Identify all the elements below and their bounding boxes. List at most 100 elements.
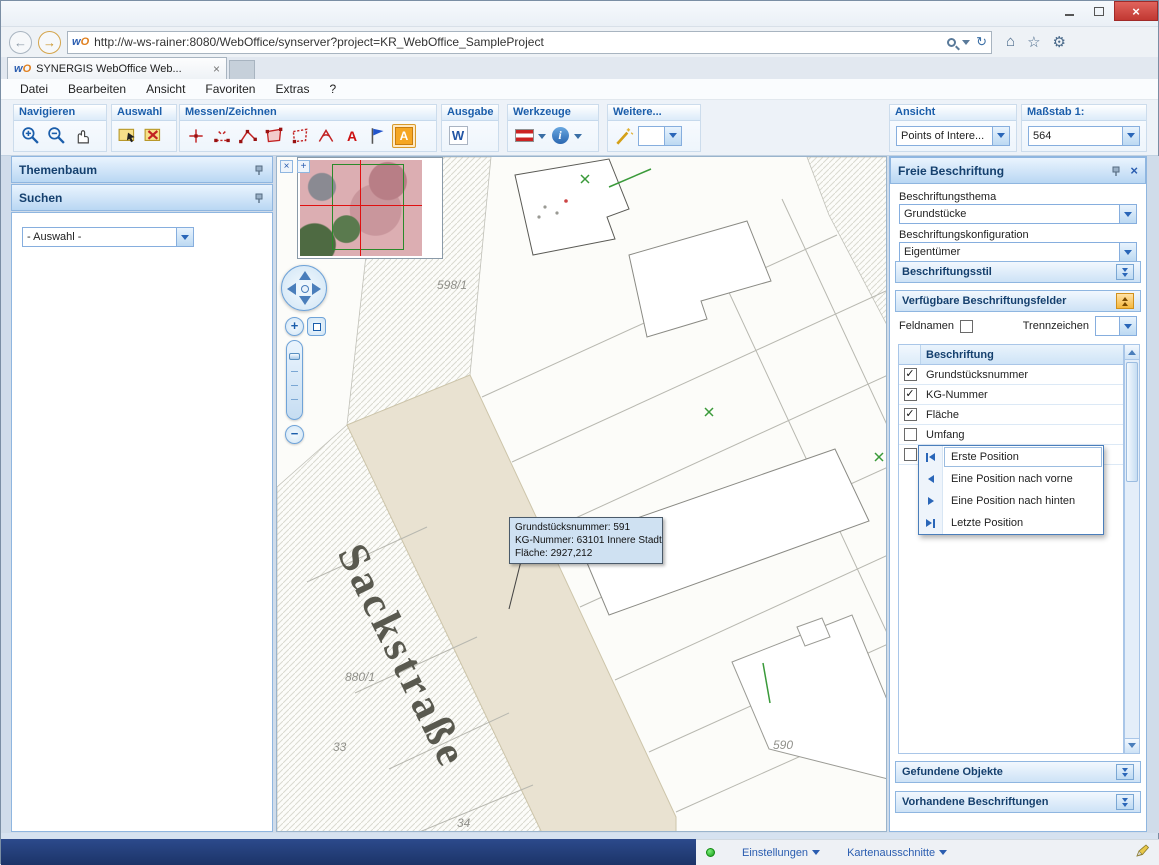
zoom-in-button[interactable] xyxy=(18,124,42,148)
expand-stil-icon[interactable] xyxy=(1116,264,1134,280)
menu-ansicht[interactable]: Ansicht xyxy=(137,80,194,98)
info-tool-dropdown-icon[interactable] xyxy=(574,134,582,143)
scrollbar-thumb[interactable] xyxy=(1126,362,1138,482)
pan-north-icon[interactable] xyxy=(299,271,311,280)
full-extent-button[interactable] xyxy=(307,317,326,336)
collapse-felder-icon[interactable] xyxy=(1116,293,1134,309)
context-menu-item-letzte[interactable]: Letzte Position xyxy=(919,512,1103,534)
minimize-button[interactable] xyxy=(1054,1,1084,21)
free-labeling-header[interactable]: Freie Beschriftung × xyxy=(890,157,1146,184)
themenbaum-panel-header[interactable]: Themenbaum xyxy=(11,156,273,183)
home-icon[interactable]: ⌂ xyxy=(1006,33,1015,51)
trennzeichen-caret-icon[interactable] xyxy=(1119,317,1136,335)
row-checkbox[interactable]: ✓ xyxy=(904,408,917,421)
thema-select-caret-icon[interactable] xyxy=(1119,205,1136,223)
measure-angle-button[interactable] xyxy=(314,124,338,148)
pan-button[interactable] xyxy=(70,124,94,148)
pin-icon[interactable] xyxy=(253,164,265,176)
expand-vorhandene-icon[interactable] xyxy=(1116,794,1134,810)
clear-selection-button[interactable] xyxy=(142,124,166,148)
annotation-text-button[interactable]: A xyxy=(340,124,364,148)
table-row[interactable]: Umfang xyxy=(899,425,1123,445)
close-window-button[interactable]: × xyxy=(1114,1,1158,21)
maximize-button[interactable] xyxy=(1084,1,1114,21)
search-icon[interactable] xyxy=(947,38,956,47)
pin-icon[interactable] xyxy=(1110,165,1122,177)
measure-path-button[interactable] xyxy=(236,124,260,148)
export-word-button[interactable]: W xyxy=(446,124,470,148)
menu-bearbeiten[interactable]: Bearbeiten xyxy=(59,80,135,98)
edit-pencil-icon[interactable] xyxy=(1135,843,1150,863)
address-field[interactable]: wO http://w-ws-rainer:8080/WebOffice/syn… xyxy=(67,31,992,54)
context-menu-item-vorne[interactable]: Eine Position nach vorne xyxy=(919,468,1103,490)
list-scrollbar[interactable] xyxy=(1124,344,1140,754)
pan-west-icon[interactable] xyxy=(287,283,296,295)
panel-close-icon[interactable]: × xyxy=(1130,163,1138,178)
favorites-icon[interactable]: ☆ xyxy=(1027,33,1040,51)
row-checkbox[interactable]: ✓ xyxy=(904,368,917,381)
view-select-caret-icon[interactable] xyxy=(992,127,1009,145)
context-menu-item-erste[interactable]: Erste Position xyxy=(919,446,1103,468)
overview-map[interactable] xyxy=(297,157,443,259)
new-tab-button[interactable] xyxy=(229,60,255,79)
weitere-select[interactable] xyxy=(638,126,682,146)
section-gefundene-objekte[interactable]: Gefundene Objekte xyxy=(895,761,1141,783)
tab-close-icon[interactable]: × xyxy=(213,62,220,76)
measure-area-button[interactable] xyxy=(262,124,286,148)
table-row[interactable]: ✓ Grundstücksnummer xyxy=(899,365,1123,385)
section-vorhandene-beschriftungen[interactable]: Vorhandene Beschriftungen xyxy=(895,791,1141,813)
settings-icon[interactable]: ⚙ xyxy=(1053,33,1066,51)
section-beschriftungsfelder[interactable]: Verfügbare Beschriftungsfelder xyxy=(895,290,1141,312)
zoom-in-map-button[interactable]: + xyxy=(285,317,304,336)
map-viewport[interactable]: 598/1 880/1 33 34 590 Sackstraße × + xyxy=(276,156,887,832)
flag-marker-button[interactable] xyxy=(366,124,390,148)
refresh-icon[interactable]: ↻ xyxy=(976,34,987,50)
thema-select[interactable]: Grundstücke xyxy=(899,204,1137,224)
zoom-slider-handle[interactable] xyxy=(289,353,300,360)
menu-hilfe[interactable]: ? xyxy=(320,80,345,98)
search-theme-select[interactable]: - Auswahl - xyxy=(22,227,194,247)
free-label-button[interactable]: A xyxy=(392,124,416,148)
overview-close-icon[interactable]: × xyxy=(280,160,293,173)
zoom-out-button[interactable] xyxy=(44,124,68,148)
country-tool-dropdown-icon[interactable] xyxy=(538,134,546,143)
forward-button[interactable]: → xyxy=(38,31,61,54)
pan-east-icon[interactable] xyxy=(312,283,321,295)
scale-select-caret-icon[interactable] xyxy=(1122,127,1139,145)
feldnamen-checkbox[interactable] xyxy=(960,320,973,333)
trennzeichen-select[interactable] xyxy=(1095,316,1137,336)
country-tool-button[interactable] xyxy=(512,124,536,148)
context-menu-item-hinten[interactable]: Eine Position nach hinten xyxy=(919,490,1103,512)
info-tool-button[interactable]: i xyxy=(548,124,572,148)
suchen-panel-header[interactable]: Suchen xyxy=(11,184,273,211)
menu-favoriten[interactable]: Favoriten xyxy=(196,80,264,98)
menu-datei[interactable]: Datei xyxy=(11,80,57,98)
pin-icon[interactable] xyxy=(253,192,265,204)
section-beschriftungsstil[interactable]: Beschriftungsstil xyxy=(895,261,1141,283)
wand-tool-button[interactable] xyxy=(612,124,636,148)
address-dropdown-icon[interactable] xyxy=(962,40,970,49)
table-row[interactable]: ✓ Fläche xyxy=(899,405,1123,425)
back-button[interactable]: ← xyxy=(9,31,32,54)
search-theme-caret-icon[interactable] xyxy=(176,228,193,246)
zoom-slider[interactable] xyxy=(286,340,303,420)
tab-weboffice[interactable]: wO SYNERGIS WebOffice Web... × xyxy=(7,57,227,79)
table-row[interactable]: ✓ KG-Nummer xyxy=(899,385,1123,405)
pan-south-icon[interactable] xyxy=(299,296,311,305)
row-checkbox[interactable] xyxy=(904,428,917,441)
konfig-select[interactable]: Eigentümer xyxy=(899,242,1137,262)
kartenausschnitte-menu[interactable]: Kartenausschnitte xyxy=(847,846,947,859)
expand-gefundene-icon[interactable] xyxy=(1116,764,1134,780)
measure-distance-button[interactable] xyxy=(210,124,234,148)
scroll-up-icon[interactable] xyxy=(1125,345,1139,360)
einstellungen-menu[interactable]: Einstellungen xyxy=(742,846,820,859)
scroll-down-icon[interactable] xyxy=(1125,738,1139,753)
measure-coordinate-button[interactable] xyxy=(184,124,208,148)
konfig-select-caret-icon[interactable] xyxy=(1119,243,1136,261)
row-checkbox[interactable] xyxy=(904,448,917,461)
pan-center-icon[interactable] xyxy=(301,285,309,293)
measure-perimeter-button[interactable] xyxy=(288,124,312,148)
row-checkbox[interactable]: ✓ xyxy=(904,388,917,401)
weitere-select-caret-icon[interactable] xyxy=(664,127,681,145)
menu-extras[interactable]: Extras xyxy=(266,80,318,98)
